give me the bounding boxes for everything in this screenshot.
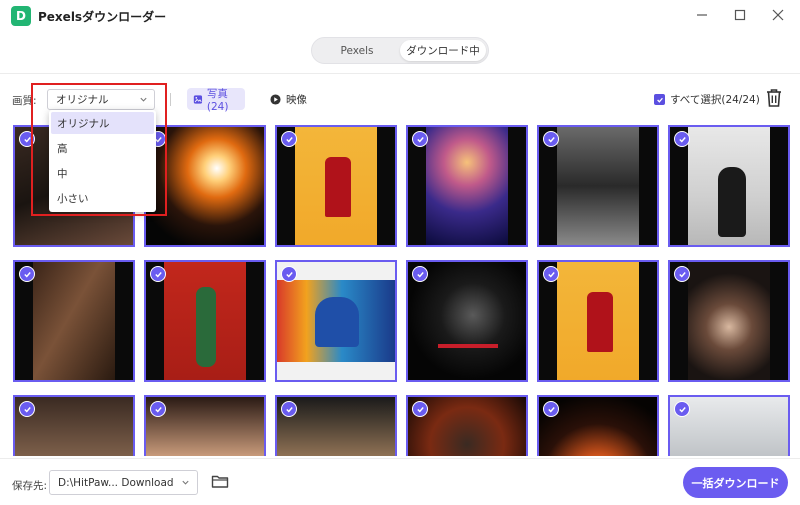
quality-dropdown-menu: オリジナル 高 中 小さい [49,110,156,212]
save-location-select[interactable]: D:\HitPaw... Download [49,470,198,495]
close-button[interactable] [766,4,790,26]
check-icon[interactable] [19,401,35,417]
photo-tile[interactable] [275,260,397,382]
title-bar: D Pexelsダウンローダー [0,0,800,30]
photo-thumbnail [426,127,508,245]
check-icon[interactable] [150,266,166,282]
photo-thumbnail [408,262,526,380]
save-location-value: D:\HitPaw... Download [58,476,174,489]
photo-subject [196,287,216,367]
quality-option-small[interactable]: 小さい [51,187,154,209]
check-icon[interactable] [281,266,297,282]
quality-select-value: オリジナル [56,94,109,106]
photo-thumbnail [688,262,770,380]
minimize-icon [697,14,707,16]
check-icon[interactable] [412,131,428,147]
quality-option-original[interactable]: オリジナル [51,112,154,134]
check-icon[interactable] [19,131,35,147]
check-icon[interactable] [412,266,428,282]
check-icon[interactable] [543,131,559,147]
photo-tile[interactable] [13,260,135,382]
check-icon[interactable] [674,131,690,147]
photo-tile[interactable] [406,395,528,456]
check-icon[interactable] [543,266,559,282]
photo-thumbnail [33,262,115,380]
tab-downloading[interactable]: ダウンロード中 [400,40,486,61]
check-icon[interactable] [674,401,690,417]
photo-tile[interactable] [275,395,397,456]
chevron-down-icon [140,97,147,102]
maximize-button[interactable] [728,4,752,26]
photo-thumbnail [146,127,264,245]
minimize-button[interactable] [690,4,714,26]
open-folder-button[interactable] [211,474,229,492]
photo-tile[interactable] [144,125,266,247]
photo-tile[interactable] [537,395,659,456]
play-circle-icon [270,93,281,105]
check-icon[interactable] [412,401,428,417]
check-icon[interactable] [281,131,297,147]
check-icon[interactable] [543,401,559,417]
download-all-button[interactable]: 一括ダウンロード [683,467,788,498]
check-icon[interactable] [281,401,297,417]
photo-tile[interactable] [537,260,659,382]
save-location-label: 保存先: [12,480,48,492]
filter-photos-label: 写真(24) [206,87,229,113]
filter-videos-button[interactable]: 映像 [270,88,307,110]
toolbar-separator [170,93,171,106]
photo-tile[interactable] [406,125,528,247]
trash-icon [767,89,781,107]
folder-icon [211,475,229,488]
app-title: Pexelsダウンローダー [38,10,167,24]
photo-tile[interactable] [275,125,397,247]
photo-tile[interactable] [668,260,790,382]
delete-button[interactable] [765,88,783,111]
image-icon [193,94,203,104]
check-icon[interactable] [150,401,166,417]
photo-tile[interactable] [668,125,790,247]
select-all-checkbox[interactable]: すべて選択(24/24) [654,92,760,107]
close-icon [772,9,784,21]
photo-subject [325,157,351,217]
photo-subject [718,167,746,237]
tab-pexels[interactable]: Pexels [316,40,398,61]
quality-select[interactable]: オリジナル [47,89,155,110]
chevron-down-icon [182,480,189,485]
checkbox-checked-icon [654,94,665,105]
photo-tile[interactable] [144,395,266,456]
quality-option-medium[interactable]: 中 [51,162,154,184]
check-icon[interactable] [674,266,690,282]
photo-subject [438,344,498,348]
photo-tile[interactable] [668,395,790,456]
photo-subject [587,292,613,352]
filter-videos-label: 映像 [286,93,307,106]
photo-tile[interactable] [406,260,528,382]
header-divider [0,73,800,74]
photo-tile[interactable] [537,125,659,247]
app-logo-letter: D [16,9,26,23]
photo-thumbnail [557,127,639,245]
quality-option-high[interactable]: 高 [51,137,154,159]
photo-subject [315,297,359,347]
select-all-label: すべて選択(24/24) [670,94,760,106]
quality-label: 画質: [12,95,37,107]
filter-photos-button[interactable]: 写真(24) [187,87,245,113]
app-logo: D [11,6,31,26]
maximize-icon [734,9,746,21]
check-icon[interactable] [19,266,35,282]
photo-tile[interactable] [13,395,135,456]
source-tabs: Pexels ダウンロード中 [311,37,489,64]
photo-tile[interactable] [144,260,266,382]
